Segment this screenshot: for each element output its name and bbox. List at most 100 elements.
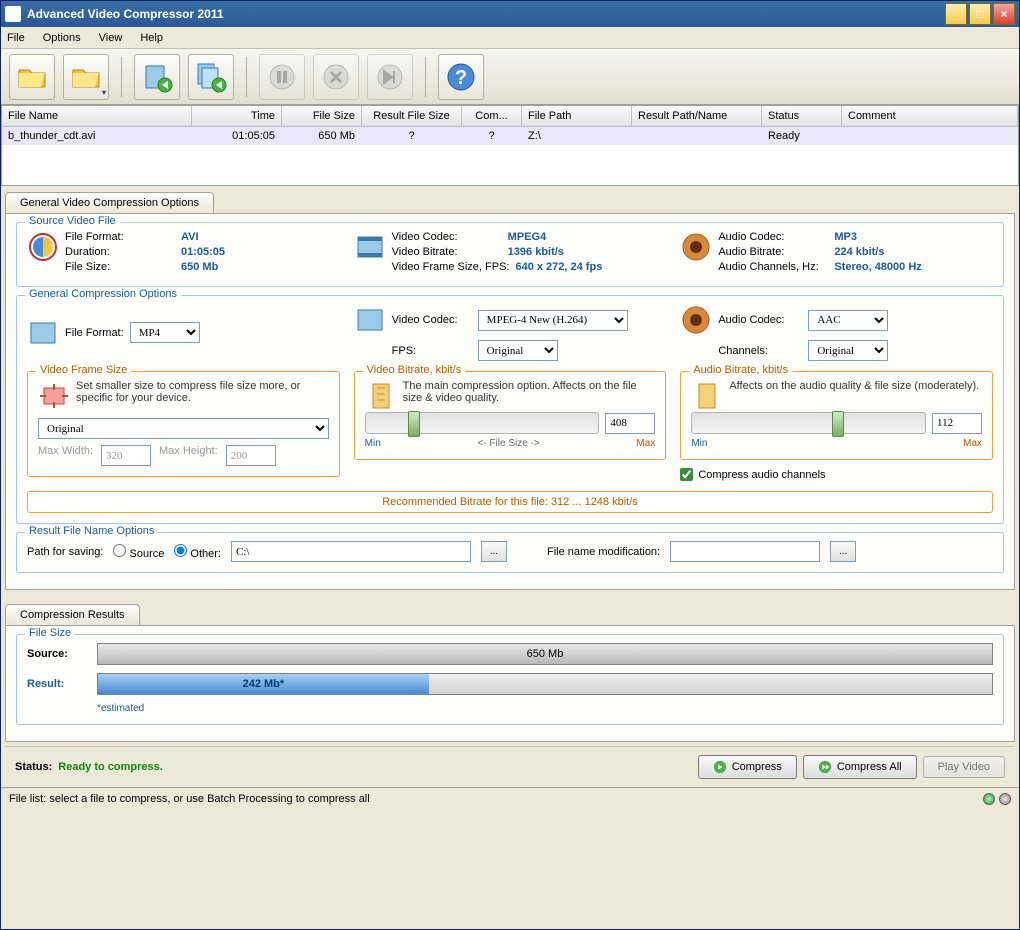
close-button[interactable]: ×: [993, 3, 1015, 25]
menu-file[interactable]: File: [7, 32, 25, 44]
source-bar-label: Source:: [27, 648, 97, 660]
framesize-select[interactable]: Original: [38, 418, 329, 439]
menu-view[interactable]: View: [99, 32, 123, 44]
output-legend: Result File Name Options: [25, 525, 158, 537]
menubar: File Options View Help: [1, 27, 1019, 49]
result-bar: 242 Mb*: [97, 673, 993, 695]
vframe-value: 640 x 272, 24 fps: [515, 261, 602, 273]
file-info-icon: [27, 231, 59, 263]
results-fieldset: File Size Source: 650 Mb Result: 242 Mb*…: [16, 634, 1004, 725]
vcodec-select[interactable]: MPEG-4 New (H.264): [478, 310, 628, 331]
open-file-button[interactable]: [9, 54, 55, 100]
acodec-comp-label: Audio Codec:: [718, 314, 802, 326]
svg-text:?: ?: [455, 67, 467, 89]
source-bar-value: 650 Mb: [98, 644, 992, 664]
compress-single-button[interactable]: [134, 54, 180, 100]
open-folder-button[interactable]: ▾: [63, 54, 109, 100]
source-fieldset: Source Video File File Format:AVI Durati…: [16, 222, 1004, 287]
col-comment[interactable]: Comment: [842, 106, 1018, 126]
channels-label: Channels:: [718, 345, 802, 357]
col-resultsize[interactable]: Result File Size: [362, 106, 462, 126]
fps-label: FPS:: [392, 345, 472, 357]
minimize-button[interactable]: _: [945, 3, 967, 25]
table-row[interactable]: b_thunder_cdt.avi 01:05:05 650 Mb ? ? Z:…: [2, 127, 1018, 145]
status-label: Status:: [15, 761, 52, 773]
col-resultpath[interactable]: Result Path/Name: [632, 106, 762, 126]
compression-fieldset: General Compression Options File Format:…: [16, 295, 1004, 524]
pause-button: [259, 54, 305, 100]
path-input[interactable]: [231, 541, 471, 562]
format-label: File Format:: [65, 327, 124, 339]
cell-filename: b_thunder_cdt.avi: [2, 127, 192, 145]
maxh-input: [226, 445, 276, 466]
abitrate-legend: Audio Bitrate, kbit/s: [689, 364, 792, 376]
framesize-desc: Set smaller size to compress file size m…: [76, 380, 329, 404]
achannels-label: Audio Channels, Hz:: [718, 261, 828, 273]
maximize-button[interactable]: □: [969, 3, 991, 25]
abitrate-input[interactable]: [932, 413, 982, 434]
compress-audio-label: Compress audio channels: [698, 469, 825, 481]
tabbar-results: Compression Results: [1, 598, 1019, 625]
abitrate-desc: Affects on the audio quality & file size…: [729, 380, 979, 392]
cell-filepath: Z:\: [522, 127, 632, 145]
compress-audio-input[interactable]: [680, 468, 693, 481]
compress-audio-checkbox[interactable]: Compress audio channels: [680, 468, 993, 481]
status-dot-green: [983, 793, 995, 805]
toolbar-separator: [121, 57, 122, 97]
col-filesize[interactable]: File Size: [282, 106, 362, 126]
abitrate-label: Audio Bitrate:: [718, 246, 828, 258]
window-title: Advanced Video Compressor 2011: [27, 7, 943, 21]
cell-resultsize: ?: [362, 127, 462, 145]
vcodec-value: MPEG4: [508, 231, 547, 243]
col-time[interactable]: Time: [192, 106, 282, 126]
menu-options[interactable]: Options: [43, 32, 81, 44]
source-bar: 650 Mb: [97, 643, 993, 665]
tabbar-general: General Video Compression Options: [1, 186, 1019, 213]
vcodec-icon: [354, 304, 386, 336]
video-info-icon: [354, 231, 386, 263]
framesize-legend: Video Frame Size: [36, 364, 131, 376]
maxw-label: Max Width:: [38, 445, 93, 466]
col-filename[interactable]: File Name: [2, 106, 192, 126]
format-select[interactable]: MP4: [130, 322, 200, 343]
vbitrate-legend: Video Bitrate, kbit/s: [363, 364, 466, 376]
vbitrate-input[interactable]: [605, 413, 655, 434]
menu-help[interactable]: Help: [140, 32, 163, 44]
radio-other[interactable]: Other:: [174, 544, 221, 560]
result-bar-value: 242 Mb*: [98, 674, 429, 694]
fps-select[interactable]: Original: [478, 340, 558, 361]
radio-source[interactable]: Source: [113, 544, 164, 560]
vbitrate-slider[interactable]: [365, 412, 600, 434]
vbitrate-min: Min: [365, 438, 381, 449]
vcodec-label: Video Codec:: [392, 231, 502, 243]
skip-button: [367, 54, 413, 100]
abitrate-slider[interactable]: [691, 412, 926, 434]
toolbar: ▾ ?: [1, 49, 1019, 105]
maxh-label: Max Height:: [159, 445, 218, 466]
statusbar: File list: select a file to compress, or…: [1, 787, 1019, 809]
cell-resultpath: [632, 127, 762, 145]
filesize-label: File Size:: [65, 261, 175, 273]
titlebar: Advanced Video Compressor 2011 _ □ ×: [1, 1, 1019, 27]
channels-select[interactable]: Original: [808, 340, 888, 361]
vbitrate-label: Video Bitrate:: [392, 246, 502, 258]
compress-all-button[interactable]: [188, 54, 234, 100]
mod-input[interactable]: [670, 541, 820, 562]
compress-all-button[interactable]: Compress All: [803, 755, 917, 779]
result-bar-label: Result:: [27, 678, 97, 690]
browse-mod-button[interactable]: ...: [830, 541, 856, 562]
tab-results[interactable]: Compression Results: [5, 604, 140, 625]
col-com[interactable]: Com...: [462, 106, 522, 126]
acodec-select[interactable]: AAC: [808, 310, 888, 331]
acodec-icon: [680, 304, 712, 336]
help-button[interactable]: ?: [438, 54, 484, 100]
path-label: Path for saving:: [27, 546, 103, 558]
col-filepath[interactable]: File Path: [522, 106, 632, 126]
abitrate-fieldset: Audio Bitrate, kbit/s Affects on the aud…: [680, 371, 993, 460]
recommend-note: Recommended Bitrate for this file: 312 .…: [27, 491, 993, 513]
browse-path-button[interactable]: ...: [481, 541, 507, 562]
col-status[interactable]: Status: [762, 106, 842, 126]
resize-icon: [38, 380, 70, 412]
compress-button[interactable]: Compress: [698, 755, 797, 779]
tab-general-options[interactable]: General Video Compression Options: [5, 192, 214, 213]
